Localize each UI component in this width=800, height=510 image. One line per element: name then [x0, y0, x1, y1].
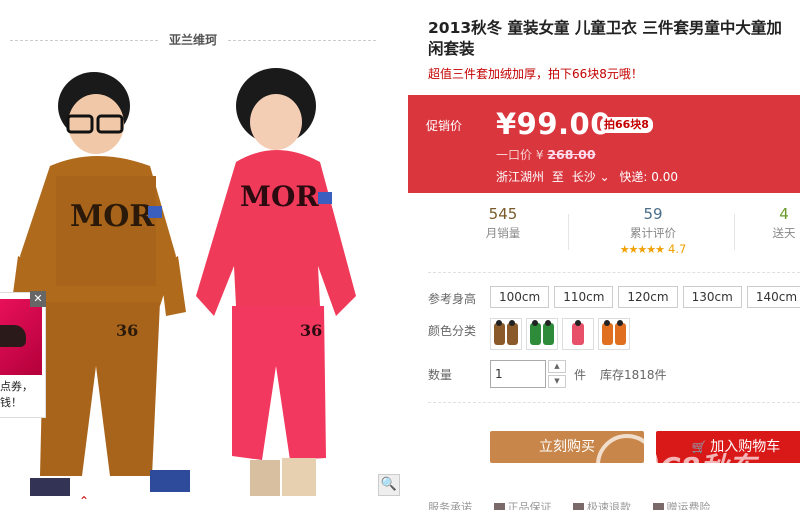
section-divider — [428, 402, 800, 403]
size-options: 100cm110cm120cm130cm140cm150cm — [490, 286, 800, 308]
size-option[interactable]: 110cm — [554, 286, 614, 308]
svg-text:MOR: MOR — [240, 180, 319, 213]
size-option[interactable]: 140cm — [746, 286, 800, 308]
quantity-label: 数量 — [428, 368, 453, 382]
service-item: 服务承诺 — [428, 501, 472, 510]
size-option[interactable]: 100cm — [490, 286, 550, 308]
color-label: 颜色分类 — [428, 324, 477, 338]
service-item: 极速退款 — [587, 501, 631, 510]
service-item: 正品保证 — [507, 501, 552, 510]
stats-divider — [734, 214, 735, 250]
quantity-stepper[interactable]: ▲ ▼ — [548, 360, 566, 388]
color-option-green[interactable] — [526, 318, 558, 350]
promo-badge: 拍66块8 — [600, 117, 653, 133]
brand-divider-right — [228, 40, 376, 41]
size-option[interactable]: 130cm — [682, 286, 742, 308]
reviews-label: 累计评价 — [630, 226, 676, 240]
original-price-currency: ¥ — [535, 148, 544, 162]
ship-to-word: 至 — [551, 170, 564, 184]
close-icon[interactable]: ✕ — [30, 291, 46, 307]
product-subtitle: 超值三件套加绒加厚，拍下66块8元哦！ — [428, 67, 643, 81]
gift-value: 4 — [779, 205, 789, 223]
original-price-value: 268.00 — [547, 147, 596, 162]
quantity-input[interactable]: 1 — [490, 360, 546, 388]
brand-name[interactable]: 亚兰维珂 — [160, 31, 226, 48]
service-icon — [493, 502, 505, 510]
service-row: 服务承诺 正品保证 极速退款 赠运费险 — [428, 499, 711, 510]
color-option-pink[interactable] — [562, 318, 594, 350]
svg-text:36: 36 — [116, 321, 138, 340]
stats-divider — [568, 214, 569, 250]
ad-text-line1: 点券， — [0, 380, 33, 393]
color-option-orange[interactable] — [598, 318, 630, 350]
watermark-logo: C8秋东 — [592, 430, 800, 500]
stats-bar: 545 月销量 59 累计评价 ★★★★★ 4.7 4 送天 — [408, 204, 800, 262]
size-label: 参考身高 — [428, 292, 477, 306]
svg-text:36: 36 — [300, 321, 322, 340]
svg-text:MOR: MOR — [70, 199, 155, 234]
ad-text-line2: 钱！ — [0, 396, 22, 409]
quantity-row: 1 ▲ ▼ 件库存1818件 — [490, 360, 667, 388]
product-gallery: 亚兰维珂 MOR 36 MOR 36 点券， 钱！ ✕ 🔍 ⌃ — [0, 0, 404, 510]
quantity-unit: 件 — [574, 367, 587, 382]
monthly-sales-label: 月销量 — [485, 226, 521, 240]
rating-stars: ★★★★★ — [619, 243, 665, 256]
gift-label: 送天 — [772, 226, 796, 240]
main-product-photo[interactable]: MOR 36 MOR 36 — [0, 66, 404, 496]
rating-value: 4.7 — [668, 242, 687, 256]
product-title-line1: 2013秋冬 童装女童 儿童卫衣 三件套男童中大童加 — [428, 19, 782, 37]
increment-icon[interactable]: ▲ — [548, 360, 566, 373]
floating-ad[interactable]: 点券， 钱！ ✕ — [0, 291, 46, 418]
magnifier-icon[interactable]: 🔍 — [378, 474, 400, 496]
rating: ★★★★★ 4.7 — [578, 242, 728, 257]
brand-divider-left — [10, 40, 158, 41]
stock-count: 库存1818件 — [600, 367, 667, 382]
size-option[interactable]: 120cm — [618, 286, 678, 308]
ship-from: 浙江湖州 — [496, 170, 545, 184]
price-panel: 促销价 ¥99.00 拍66块8 一口价 ¥ 268.00 浙江湖州 至 长沙 … — [408, 95, 800, 193]
brand-header: 亚兰维珂 — [10, 30, 376, 50]
product-photo-illustration: MOR 36 MOR 36 — [10, 68, 356, 496]
product-title: 2013秋冬 童装女童 儿童卫衣 三件套男童中大童加 闲套装 — [428, 18, 800, 60]
service-icon — [573, 502, 584, 510]
price-label: 促销价 — [426, 119, 463, 133]
service-item: 赠运费险 — [666, 501, 711, 510]
color-option-brown[interactable] — [490, 318, 522, 350]
destination-select[interactable]: 长沙 ⌄ — [572, 170, 610, 184]
monthly-sales-value: 545 — [488, 205, 518, 223]
original-price: 一口价 ¥ 268.00 — [496, 146, 596, 163]
ad-text: 点券， 钱！ — [0, 379, 44, 411]
original-price-label: 一口价 — [496, 148, 533, 162]
product-page: 亚兰维珂 MOR 36 MOR 36 点券， 钱！ ✕ 🔍 ⌃ 2013秋冬 童… — [0, 0, 800, 510]
promo-price: ¥99.00 — [496, 107, 611, 141]
ship-to: 长沙 — [571, 170, 596, 184]
ad-shoe-image — [0, 299, 42, 375]
shipping-info: 浙江湖州 至 长沙 ⌄ 快递: 0.00 — [496, 168, 678, 185]
monthly-sales: 545 月销量 — [448, 204, 558, 262]
section-divider — [428, 272, 800, 273]
reviews-value: 59 — [643, 205, 663, 223]
product-title-line2: 闲套装 — [428, 40, 475, 58]
color-options — [490, 318, 634, 354]
reviews[interactable]: 59 累计评价 ★★★★★ 4.7 — [578, 204, 728, 262]
service-icon — [652, 502, 664, 510]
decrement-icon[interactable]: ▼ — [548, 375, 566, 388]
watermark-text: C8秋东 — [660, 451, 757, 484]
delivery-fee: 快递: 0.00 — [619, 170, 678, 184]
chevron-down-icon: ⌄ — [599, 170, 610, 184]
chevron-up-icon[interactable]: ⌃ — [78, 495, 90, 507]
gift-points: 4 送天 — [744, 204, 800, 262]
